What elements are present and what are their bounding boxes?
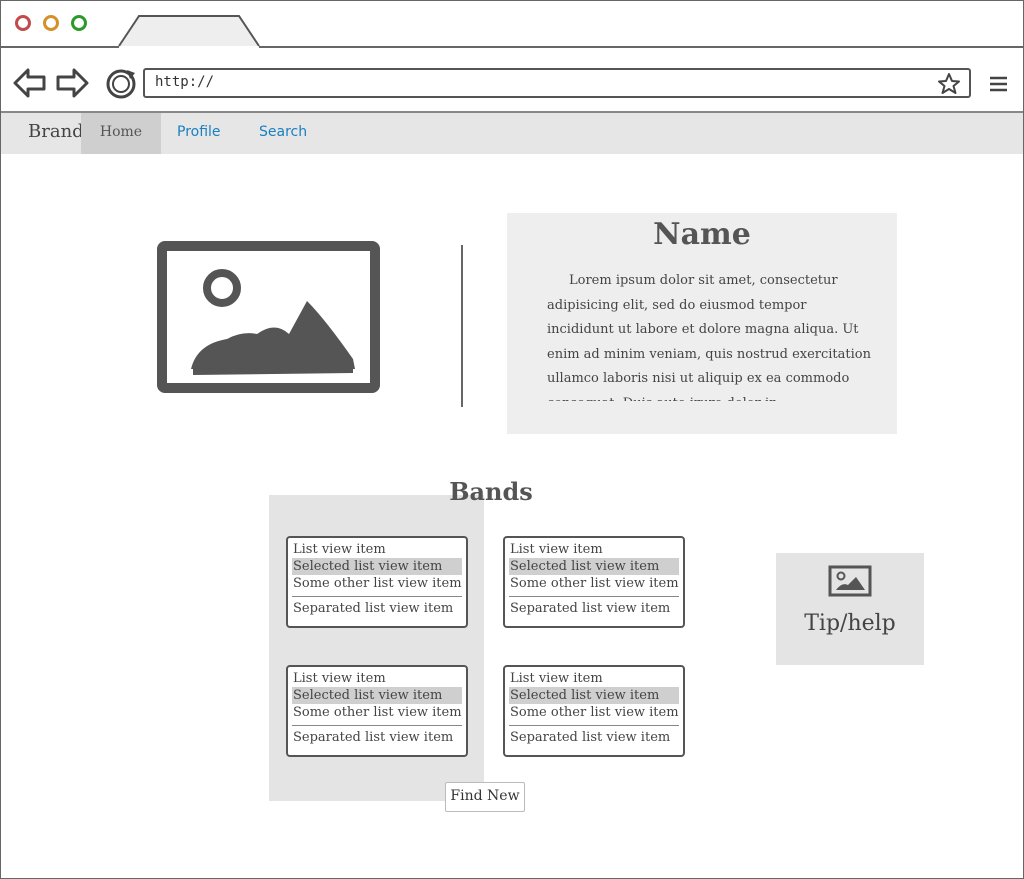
tab-strip-divider: [1, 46, 1023, 48]
list-separator: [509, 725, 679, 726]
list-item-selected[interactable]: Selected list view item: [292, 687, 462, 704]
band-list-2: List view item Selected list view item S…: [503, 536, 685, 628]
nav-item-search[interactable]: Search: [259, 124, 307, 140]
list-item-separated[interactable]: Separated list view item: [292, 600, 462, 617]
browser-tab[interactable]: [117, 15, 263, 47]
tip-help-panel[interactable]: Tip/help: [776, 553, 924, 665]
title-bar: [1, 1, 1023, 49]
list-item[interactable]: Some other list view item: [292, 704, 462, 721]
list-item-separated[interactable]: Separated list view item: [509, 729, 679, 746]
url-input[interactable]: http://: [143, 68, 971, 98]
list-item[interactable]: List view item: [509, 670, 679, 687]
maximize-window-button[interactable]: [71, 15, 87, 31]
nav-item-home[interactable]: Home: [81, 113, 161, 154]
list-item-selected[interactable]: Selected list view item: [292, 558, 462, 575]
nav-item-profile[interactable]: Profile: [177, 124, 221, 140]
band-list-1: List view item Selected list view item S…: [286, 536, 468, 628]
list-item[interactable]: Some other list view item: [509, 704, 679, 721]
reload-icon[interactable]: [103, 67, 139, 101]
brand-logo[interactable]: Brand: [28, 121, 84, 142]
vertical-divider: [461, 245, 463, 407]
url-text: http://: [155, 74, 215, 90]
band-list-3: List view item Selected list view item S…: [286, 665, 468, 757]
list-separator: [509, 596, 679, 597]
list-item[interactable]: List view item: [509, 541, 679, 558]
minimize-window-button[interactable]: [43, 15, 59, 31]
tip-help-label: Tip/help: [804, 611, 896, 636]
list-item-separated[interactable]: Separated list view item: [292, 729, 462, 746]
back-arrow-icon[interactable]: [13, 67, 47, 99]
band-list-4: List view item Selected list view item S…: [503, 665, 685, 757]
profile-info-panel: Name Lorem ipsum dolor sit amet, consect…: [507, 213, 897, 434]
list-item[interactable]: Some other list view item: [292, 575, 462, 592]
list-separator: [292, 596, 462, 597]
profile-image-icon: [157, 241, 380, 393]
bands-title: Bands: [449, 477, 533, 506]
list-item-separated[interactable]: Separated list view item: [509, 600, 679, 617]
profile-bio: Lorem ipsum dolor sit amet, consectetur …: [547, 273, 871, 401]
browser-window: http:// Brand Home Profile Search Name L…: [0, 0, 1024, 879]
hamburger-menu-icon[interactable]: [989, 75, 1009, 93]
address-toolbar: http://: [1, 57, 1023, 111]
profile-name: Name: [653, 217, 751, 252]
list-item-selected[interactable]: Selected list view item: [509, 687, 679, 704]
list-item[interactable]: List view item: [292, 670, 462, 687]
forward-arrow-icon[interactable]: [55, 67, 89, 99]
list-item-selected[interactable]: Selected list view item: [509, 558, 679, 575]
find-new-button[interactable]: Find New: [445, 782, 525, 812]
list-item[interactable]: Some other list view item: [509, 575, 679, 592]
image-icon: [828, 565, 872, 597]
list-item[interactable]: List view item: [292, 541, 462, 558]
bookmark-star-icon[interactable]: [937, 72, 961, 96]
site-navbar: Brand Home Profile Search: [1, 113, 1023, 154]
list-separator: [292, 725, 462, 726]
close-window-button[interactable]: [15, 15, 31, 31]
